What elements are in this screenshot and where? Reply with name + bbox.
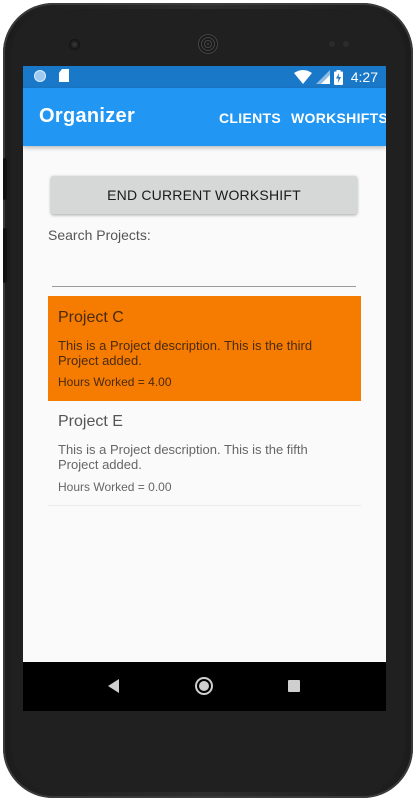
home-icon[interactable] xyxy=(195,677,213,695)
list-divider xyxy=(48,505,361,506)
proximity-sensor-icon xyxy=(329,41,335,47)
search-input[interactable] xyxy=(52,256,356,287)
status-time: 4:27 xyxy=(350,69,378,85)
search-label: Search Projects: xyxy=(48,227,151,243)
project-hours: Hours Worked = 0.00 xyxy=(58,480,172,494)
workshifts-button[interactable]: WORKSHIFTS xyxy=(291,110,386,126)
app-title: Organizer xyxy=(39,105,136,127)
sync-icon xyxy=(34,70,46,82)
status-icons: 4:27 xyxy=(293,66,378,88)
battery-charging-icon xyxy=(333,69,343,85)
project-description: This is a Project description. This is t… xyxy=(58,442,308,472)
volume-button xyxy=(3,158,7,200)
power-button xyxy=(3,228,7,283)
back-icon[interactable] xyxy=(108,679,119,693)
app-bar: Organizer CLIENTS WORKSHIFTS xyxy=(23,88,386,146)
project-title: Project C xyxy=(58,309,124,326)
clients-button[interactable]: CLIENTS xyxy=(219,110,281,126)
sd-card-icon xyxy=(59,69,69,82)
project-list-item-project-e[interactable]: Project E This is a Project description.… xyxy=(48,401,361,505)
earpiece-speaker-icon xyxy=(198,34,218,54)
project-hours: Hours Worked = 4.00 xyxy=(58,375,172,389)
recents-icon[interactable] xyxy=(288,680,300,692)
signal-icon xyxy=(315,70,330,84)
screen: 4:27 Organizer CLIENTS WORKSHIFTS END CU… xyxy=(23,66,386,711)
end-workshift-button[interactable]: END CURRENT WORKSHIFT xyxy=(51,176,357,214)
project-list-item-project-c[interactable]: Project C This is a Project description.… xyxy=(48,296,361,401)
project-description: This is a Project description. This is t… xyxy=(58,338,313,368)
front-camera-icon xyxy=(69,39,80,50)
light-sensor-icon xyxy=(343,41,349,47)
project-title: Project E xyxy=(58,413,123,430)
navigation-bar xyxy=(23,662,386,711)
wifi-icon xyxy=(293,70,312,84)
status-bar: 4:27 xyxy=(23,66,386,88)
